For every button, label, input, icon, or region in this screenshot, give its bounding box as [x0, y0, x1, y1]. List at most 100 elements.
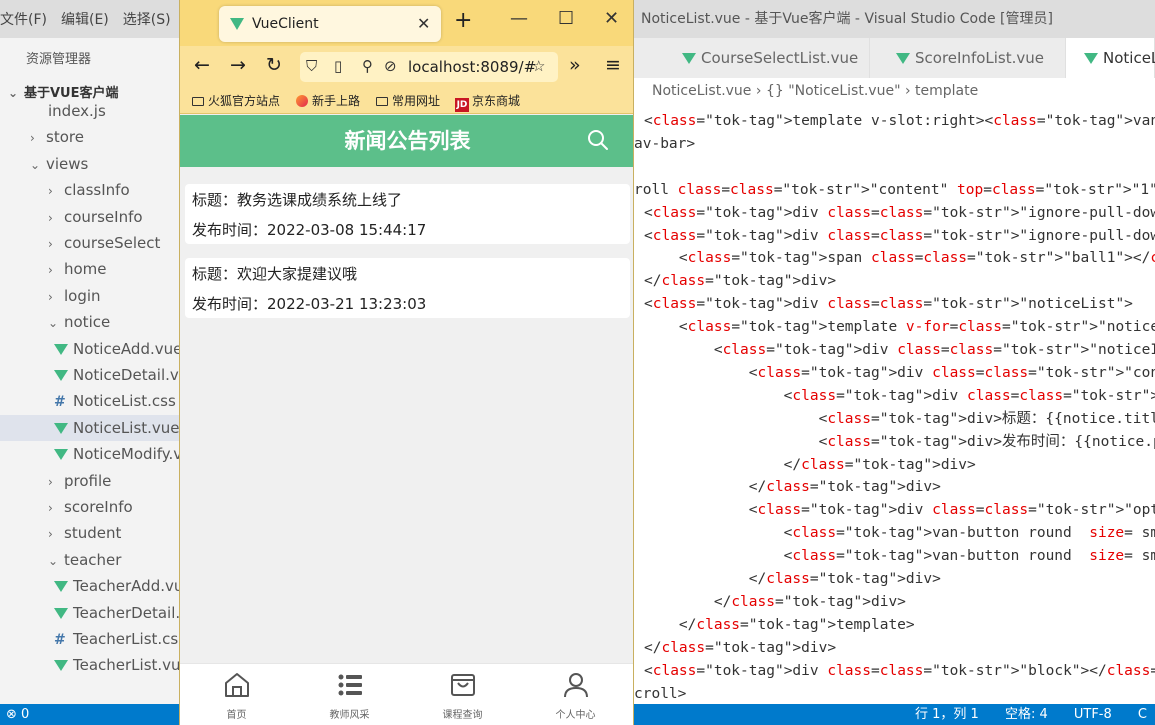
code-line[interactable]: </class="tok-tag">div>: [644, 454, 976, 477]
code-line[interactable]: <class="tok-tag">template v-for=class="t…: [644, 316, 1155, 339]
tree-item[interactable]: NoticeAdd.vue: [54, 336, 182, 362]
reload-icon[interactable]: ↻: [266, 54, 282, 76]
menu-edit[interactable]: 编辑(E): [61, 9, 109, 29]
tabbar-label: 课程查询: [442, 710, 483, 721]
tree-item[interactable]: ⌄ notice: [48, 309, 110, 335]
tree-item[interactable]: # NoticeList.css: [54, 388, 176, 414]
code-line[interactable]: <class="tok-tag">div class=class="tok-st…: [644, 385, 1155, 408]
tree-item[interactable]: › classInfo: [48, 177, 130, 203]
tree-item[interactable]: TeacherList.vue: [54, 652, 190, 678]
chevron-right-icon: ›: [48, 237, 53, 251]
tabbar-course-query[interactable]: 课程查询: [406, 664, 519, 725]
shield-icon[interactable]: ⛉: [306, 57, 317, 75]
status-problems[interactable]: ⊗ 0: [6, 704, 29, 725]
page-icon[interactable]: ▯: [334, 57, 342, 75]
tree-item[interactable]: › courseSelect: [48, 230, 160, 256]
tree-item[interactable]: › home: [48, 256, 107, 282]
overflow-chevrons-icon[interactable]: »: [569, 54, 581, 76]
address-bar[interactable]: ⛉ ▯ ⚲ ⊘ localhost:8089/# ☆: [300, 52, 558, 82]
code-line[interactable]: <class="tok-tag">span class=class="tok-s…: [644, 247, 1155, 270]
tree-item[interactable]: index.js: [48, 98, 106, 124]
tabbar-home[interactable]: 首页: [180, 664, 293, 725]
code-line[interactable]: <class="tok-tag">div class=class="tok-st…: [644, 362, 1155, 385]
code-line[interactable]: <class="tok-tag">van-button round size= …: [644, 522, 1155, 545]
breadcrumb-file[interactable]: NoticeList.vue: [652, 83, 751, 99]
browser-tab[interactable]: VueClient ✕: [219, 6, 441, 42]
vue-file-icon: [54, 449, 68, 461]
vue-file-icon: [54, 343, 68, 355]
tab-courseselectlist[interactable]: CourseSelectList.vue: [634, 38, 870, 78]
chevron-down-icon: ⌄: [48, 553, 59, 568]
bookmark-jd[interactable]: JD 京东商城: [455, 88, 520, 114]
code-line[interactable]: </class="tok-tag">template>: [644, 614, 915, 637]
hamburger-menu-icon[interactable]: ≡: [605, 54, 621, 76]
status-encoding[interactable]: UTF-8: [1074, 707, 1112, 722]
code-line[interactable]: <class="tok-tag">div class=class="tok-st…: [644, 293, 1133, 316]
code-line[interactable]: </class="tok-tag">div>: [644, 637, 836, 660]
tree-item[interactable]: › profile: [48, 468, 111, 494]
notice-item[interactable]: 标题：欢迎大家提建议哦 发布时间：2022-03-21 13:23:03: [185, 258, 630, 318]
menu-file[interactable]: 文件(F): [0, 9, 47, 29]
close-icon[interactable]: ✕: [417, 6, 430, 42]
vue-file-icon: [54, 660, 68, 672]
breadcrumb-object[interactable]: {} "NoticeList.vue": [766, 83, 901, 99]
tree-item[interactable]: ⌄ teacher: [48, 547, 121, 573]
code-line[interactable]: <class="tok-tag">van-button round size= …: [644, 545, 1155, 568]
notice-item[interactable]: 标题：教务选课成绩系统上线了 发布时间：2022-03-08 15:44:17: [185, 184, 630, 244]
tree-item-label: TeacherList.vue: [73, 656, 190, 675]
permissions-icon[interactable]: ⚲: [362, 57, 373, 75]
tree-item[interactable]: › store: [30, 124, 84, 150]
code-line[interactable]: <class="tok-tag">div class=class="tok-st…: [644, 202, 1155, 225]
tree-item[interactable]: › scoreInfo: [48, 494, 133, 520]
bookmark-firefox-site[interactable]: 火狐官方站点: [192, 88, 280, 114]
breadcrumb-node[interactable]: template: [915, 83, 978, 99]
bag-icon: [451, 674, 475, 696]
code-line[interactable]: <class="tok-tag">template v-slot:right><…: [644, 110, 1155, 133]
code-line[interactable]: </class="tok-tag">div>: [644, 476, 941, 499]
tree-item[interactable]: › student: [48, 520, 121, 546]
bookmark-common-sites[interactable]: 常用网址: [376, 88, 440, 114]
minimize-icon[interactable]: —: [510, 8, 528, 29]
code-line[interactable]: </class="tok-tag">div>: [644, 591, 906, 614]
tree-item[interactable]: TeacherAdd.vue: [54, 573, 193, 599]
status-indentation[interactable]: 空格: 4: [1005, 707, 1048, 722]
tab-scoreinfolist[interactable]: ScoreInfoList.vue: [870, 38, 1066, 78]
bookmark-star-icon[interactable]: ☆: [532, 57, 545, 75]
back-arrow-icon[interactable]: ←: [194, 54, 210, 76]
code-line[interactable]: <class="tok-tag">div class=class="tok-st…: [644, 660, 1155, 683]
tree-item[interactable]: › courseInfo: [48, 204, 143, 230]
tree-item-label: NoticeAdd.vue: [73, 339, 183, 358]
code-editor[interactable]: <class="tok-tag">template v-slot:right><…: [634, 104, 1155, 704]
window-close-icon[interactable]: ✕: [604, 8, 619, 29]
tabbar-teachers[interactable]: 教师风采: [293, 664, 406, 725]
code-line[interactable]: </class="tok-tag">div>: [644, 568, 941, 591]
code-line[interactable]: </class="tok-tag">div>: [644, 270, 836, 293]
tree-item[interactable]: NoticeDetail.vue: [54, 362, 198, 388]
code-line[interactable]: <class="tok-tag">div class=class="tok-st…: [644, 339, 1155, 362]
search-icon[interactable]: [586, 128, 610, 152]
code-line[interactable]: <class="tok-tag">div class=class="tok-st…: [644, 499, 1155, 522]
tree-item[interactable]: # TeacherList.css: [54, 626, 186, 652]
status-cursor-position[interactable]: 行 1，列 1: [915, 707, 979, 722]
code-line[interactable]: <class="tok-tag">div class=class="tok-st…: [644, 225, 1155, 248]
maximize-icon[interactable]: ☐: [558, 8, 574, 29]
folder-icon: [192, 97, 204, 106]
bookmark-getting-started[interactable]: 新手上路: [296, 88, 360, 114]
vscode-window-title: NoticeList.vue - 基于Vue客户端 - Visual Studi…: [641, 11, 1053, 27]
status-eol[interactable]: C: [1138, 707, 1147, 722]
forward-arrow-icon[interactable]: →: [230, 54, 246, 76]
code-line[interactable]: <class="tok-tag">div>发布时间：{{notice.publi…: [644, 431, 1155, 454]
tree-item[interactable]: › login: [48, 283, 101, 309]
chevron-right-icon: ›: [48, 527, 53, 542]
tree-item[interactable]: NoticeList.vue: [0, 414, 180, 441]
url-text[interactable]: localhost:8089/#: [408, 52, 536, 82]
tab-noticelist[interactable]: NoticeList.vue: [1066, 38, 1155, 78]
new-tab-plus-icon[interactable]: +: [454, 8, 472, 33]
code-line[interactable]: <class="tok-tag">div>标题：{{notice.title}}…: [644, 408, 1155, 431]
menu-selection[interactable]: 选择(S): [123, 9, 171, 29]
tree-item[interactable]: ⌄ views: [30, 151, 88, 177]
tabbar-profile[interactable]: 个人中心: [519, 664, 632, 725]
code-line[interactable]: av-bar>: [634, 133, 695, 156]
code-line[interactable]: croll>: [634, 683, 686, 705]
code-line[interactable]: roll class=class="tok-str">"content" top…: [634, 179, 1155, 202]
